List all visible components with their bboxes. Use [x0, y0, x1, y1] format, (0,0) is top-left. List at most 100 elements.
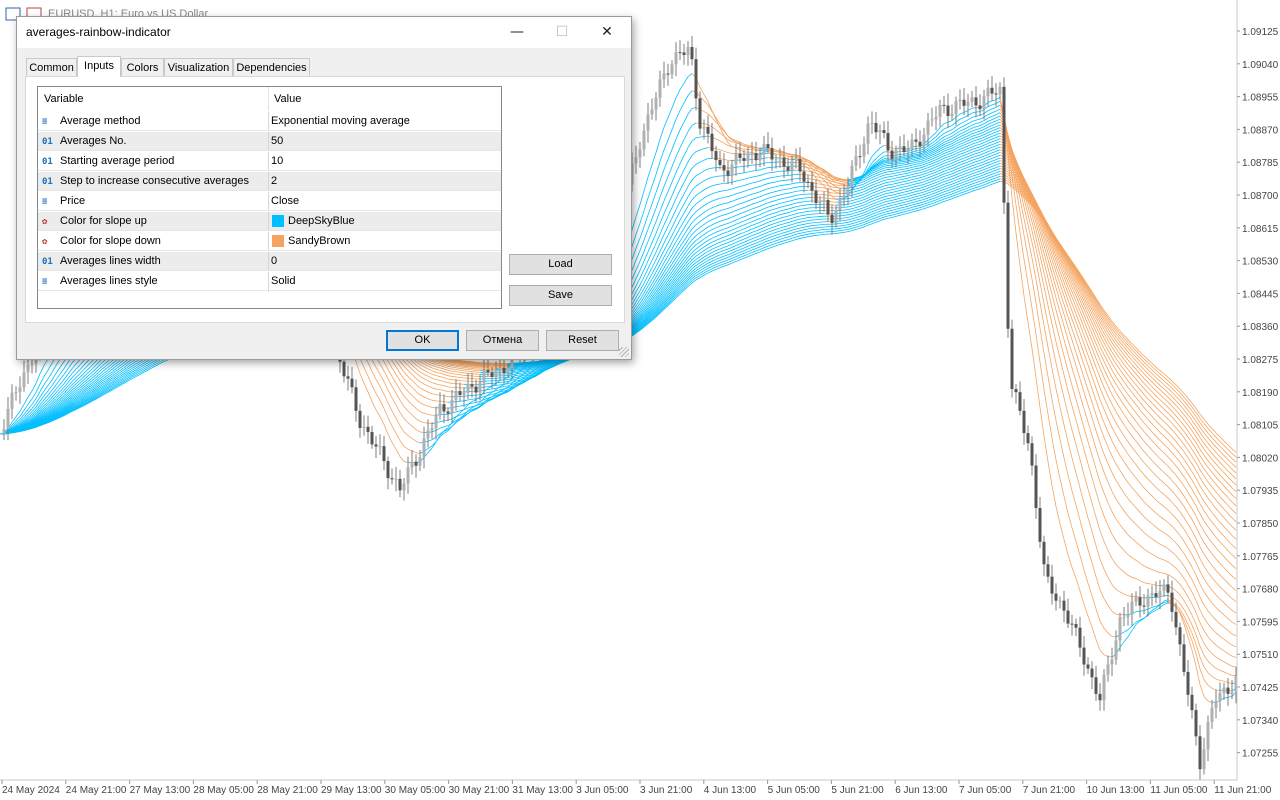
ma-line-segment — [1111, 472, 1117, 481]
ma-line-segment — [75, 369, 81, 374]
ma-line-segment — [1135, 559, 1141, 564]
ma-line-segment — [823, 190, 829, 193]
ma-line-segment — [1223, 638, 1229, 643]
ma-line-segment — [435, 366, 441, 369]
ma-line-segment — [35, 373, 41, 384]
ma-line-segment — [879, 180, 885, 183]
ma-line-segment — [979, 120, 985, 123]
ma-line-segment — [707, 219, 713, 223]
ma-line-segment — [767, 172, 773, 174]
ma-line-segment — [679, 240, 685, 247]
ma-line-segment — [963, 145, 969, 148]
ma-line-segment — [659, 127, 665, 140]
ma-line-segment — [1195, 538, 1201, 547]
ma-line-segment — [1123, 404, 1129, 412]
ma-line-segment — [419, 387, 425, 391]
ma-line-segment — [931, 164, 937, 167]
ma-line-segment — [371, 359, 377, 368]
ma-line-segment — [1095, 430, 1101, 444]
ma-line-segment — [643, 251, 649, 262]
ma-line-segment — [939, 128, 945, 133]
ma-line-segment — [803, 163, 809, 166]
ma-line-segment — [1099, 504, 1105, 517]
ma-line-segment — [407, 435, 413, 439]
ma-line-segment — [699, 197, 705, 202]
ma-line-segment — [1159, 558, 1165, 561]
ma-line-segment — [487, 388, 493, 390]
ma-line-segment — [1103, 397, 1109, 407]
ma-line-segment — [1135, 596, 1141, 598]
ma-line-segment — [407, 410, 413, 416]
ma-line-segment — [1139, 457, 1145, 463]
ma-line-segment — [1207, 623, 1213, 629]
ma-line-segment — [707, 113, 713, 118]
ma-line-segment — [1211, 553, 1217, 560]
ma-line-segment — [883, 155, 889, 157]
ma-line-segment — [1019, 265, 1025, 296]
ma-line-segment — [411, 387, 417, 392]
ma-line-segment — [967, 133, 973, 137]
ma-line-segment — [659, 279, 665, 287]
ma-line-segment — [979, 131, 985, 135]
ma-line-segment — [679, 234, 685, 242]
ma-line-segment — [679, 155, 685, 164]
ma-line-segment — [687, 199, 693, 207]
ma-line-segment — [811, 178, 817, 181]
ma-line-segment — [1103, 422, 1109, 433]
ma-line-segment — [1215, 570, 1221, 576]
ma-line-segment — [751, 192, 757, 195]
ma-line-segment — [655, 161, 661, 175]
ma-line-segment — [939, 155, 945, 159]
ma-line-segment — [703, 215, 709, 220]
ma-line-segment — [419, 421, 425, 424]
ma-line-segment — [103, 360, 109, 365]
ma-line-segment — [671, 139, 677, 150]
ma-line-segment — [423, 373, 429, 377]
ma-line-segment — [643, 197, 649, 211]
ma-line-segment — [1231, 644, 1237, 648]
ma-line-segment — [875, 178, 881, 182]
ma-line-segment — [639, 269, 645, 279]
ma-line-segment — [1179, 547, 1185, 554]
ma-line-segment — [939, 153, 945, 156]
ma-line-segment — [927, 158, 933, 162]
ma-line-segment — [1047, 323, 1053, 344]
ma-line-segment — [987, 122, 993, 125]
ma-line-segment — [1071, 385, 1077, 400]
ma-line-segment — [427, 447, 433, 453]
ma-line-segment — [979, 116, 985, 120]
ma-line-segment — [655, 196, 661, 209]
ma-line-segment — [47, 379, 53, 386]
ma-line-segment — [1223, 650, 1229, 654]
ma-line-segment — [79, 364, 85, 370]
ma-line-segment — [947, 155, 953, 158]
ma-line-segment — [1095, 366, 1101, 378]
ma-line-segment — [55, 358, 61, 366]
ma-line-segment — [1103, 409, 1109, 419]
ma-line-segment — [663, 249, 669, 258]
ma-line-segment — [1231, 564, 1237, 570]
ma-line-segment — [455, 410, 461, 413]
ma-line-segment — [891, 167, 897, 170]
ma-line-segment — [903, 159, 909, 161]
ma-line-segment — [679, 228, 685, 236]
ma-line-segment — [1055, 265, 1061, 278]
ma-line-segment — [1191, 542, 1197, 551]
ma-line-segment — [1067, 390, 1073, 406]
ma-line-segment — [1131, 503, 1137, 509]
ma-line-segment — [979, 136, 985, 140]
ma-line-segment — [699, 205, 705, 209]
ma-line-segment — [415, 418, 421, 422]
ma-line-segment — [791, 178, 797, 180]
ma-line-segment — [723, 213, 729, 216]
ma-line-segment — [371, 385, 377, 394]
ma-line-segment — [991, 129, 997, 132]
ma-line-segment — [879, 144, 885, 149]
ma-line-segment — [891, 170, 897, 172]
ma-line-segment — [855, 187, 861, 190]
ma-line-segment — [1179, 500, 1185, 507]
ma-line-segment — [27, 398, 33, 405]
ma-line-segment — [447, 372, 453, 375]
ma-line-segment — [943, 142, 949, 145]
ma-line-segment — [1071, 405, 1077, 421]
